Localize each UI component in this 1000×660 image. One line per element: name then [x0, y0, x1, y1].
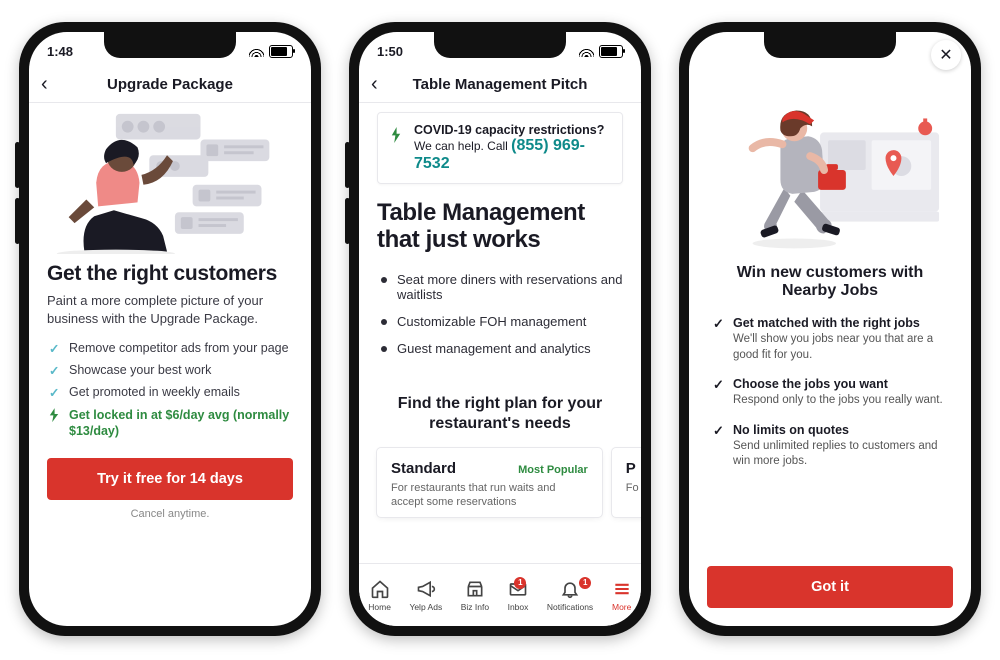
phone-upgrade-package: 1:48 ‹ Upgrade Package — [19, 22, 321, 636]
status-time: 1:50 — [377, 44, 403, 59]
badge: 1 — [579, 577, 591, 589]
battery-icon — [599, 45, 623, 58]
bullet-item: Seat more diners with reservations and w… — [377, 266, 623, 308]
feature-title: Get matched with the right jobs — [733, 316, 949, 330]
bell-icon — [560, 579, 580, 599]
bullet-item: Customizable FOH management — [377, 308, 623, 335]
covid-text: We can help. Call — [414, 139, 511, 153]
headline: Table Management that just works — [377, 200, 623, 254]
tab-bar: Home Yelp Ads Biz Info 1 Inbox 1 Notific… — [359, 563, 641, 626]
check-item: Get promoted in weekly emails — [47, 381, 293, 403]
check-item: Showcase your best work — [47, 359, 293, 381]
feature-title: No limits on quotes — [733, 423, 949, 437]
subheadline: Paint a more complete picture of your bu… — [47, 292, 293, 327]
home-icon — [370, 579, 390, 599]
plan-desc: For restaurants that run waits and accep… — [391, 481, 588, 510]
plan-card-standard[interactable]: Standard Most Popular For restaurants th… — [377, 448, 602, 518]
tab-home[interactable]: Home — [368, 579, 391, 612]
headline: Get the right customers — [47, 262, 293, 286]
plan-headline: Find the right plan for your restaurant'… — [377, 394, 623, 434]
tab-yelp-ads[interactable]: Yelp Ads — [409, 579, 442, 612]
phone-nearby-jobs: ✕ — [679, 22, 981, 636]
back-button[interactable]: ‹ — [41, 73, 48, 96]
try-free-button[interactable]: Try it free for 14 days — [47, 458, 293, 500]
store-icon — [465, 579, 485, 599]
page-title: Upgrade Package — [107, 76, 233, 93]
plan-name: Standard — [391, 460, 456, 477]
plan-desc: Fo a — [626, 481, 641, 495]
fine-print: Cancel anytime. — [47, 508, 293, 520]
tab-biz-info[interactable]: Biz Info — [461, 579, 489, 612]
plan-tag: Most Popular — [518, 464, 588, 476]
got-it-button[interactable]: Got it — [707, 566, 953, 608]
hamburger-icon — [612, 579, 632, 599]
navbar: ‹ Table Management Pitch — [359, 66, 641, 103]
status-time: 1:48 — [47, 44, 73, 59]
page-title: Table Management Pitch — [413, 76, 588, 93]
wifi-icon — [579, 46, 594, 57]
badge: 1 — [514, 577, 526, 589]
feature-item: Get matched with the right jobs We'll sh… — [711, 316, 949, 363]
bullet-item: Guest management and analytics — [377, 335, 623, 362]
back-button[interactable]: ‹ — [371, 73, 378, 96]
covid-banner: COVID-19 capacity restrictions? We can h… — [377, 112, 623, 184]
promo-line: Get locked in at $6/day avg (normally $1… — [47, 407, 293, 440]
feature-title: Choose the jobs you want — [733, 377, 949, 391]
feature-desc: We'll show you jobs near you that are a … — [733, 332, 949, 363]
hero-illustration — [711, 92, 949, 252]
tab-inbox[interactable]: 1 Inbox — [508, 579, 529, 612]
hero-illustration — [47, 106, 293, 256]
tab-notifications[interactable]: 1 Notifications — [547, 579, 593, 612]
feature-desc: Respond only to the jobs you really want… — [733, 393, 949, 409]
bullet-list: Seat more diners with reservations and w… — [377, 266, 623, 362]
feature-item: No limits on quotes Send unlimited repli… — [711, 423, 949, 470]
tab-more[interactable]: More — [612, 579, 632, 612]
plan-card-next[interactable]: P Fo a — [612, 448, 641, 518]
feature-item: Choose the jobs you want Respond only to… — [711, 377, 949, 409]
feature-checklist: Remove competitor ads from your page Sho… — [47, 337, 293, 403]
close-button[interactable]: ✕ — [931, 40, 961, 70]
battery-icon — [269, 45, 293, 58]
navbar: ‹ Upgrade Package — [29, 66, 311, 103]
megaphone-icon — [416, 579, 436, 599]
phone-table-management: 1:50 ‹ Table Management Pitch COVID-19 c… — [349, 22, 651, 636]
plan-cards[interactable]: Standard Most Popular For restaurants th… — [377, 448, 623, 518]
plan-name: P — [626, 460, 636, 477]
headline: Win new customers with Nearby Jobs — [711, 264, 949, 300]
check-item: Remove competitor ads from your page — [47, 337, 293, 359]
feature-desc: Send unlimited replies to customers and … — [733, 439, 949, 470]
covid-heading: COVID-19 capacity restrictions? — [414, 123, 610, 137]
wifi-icon — [249, 46, 264, 57]
